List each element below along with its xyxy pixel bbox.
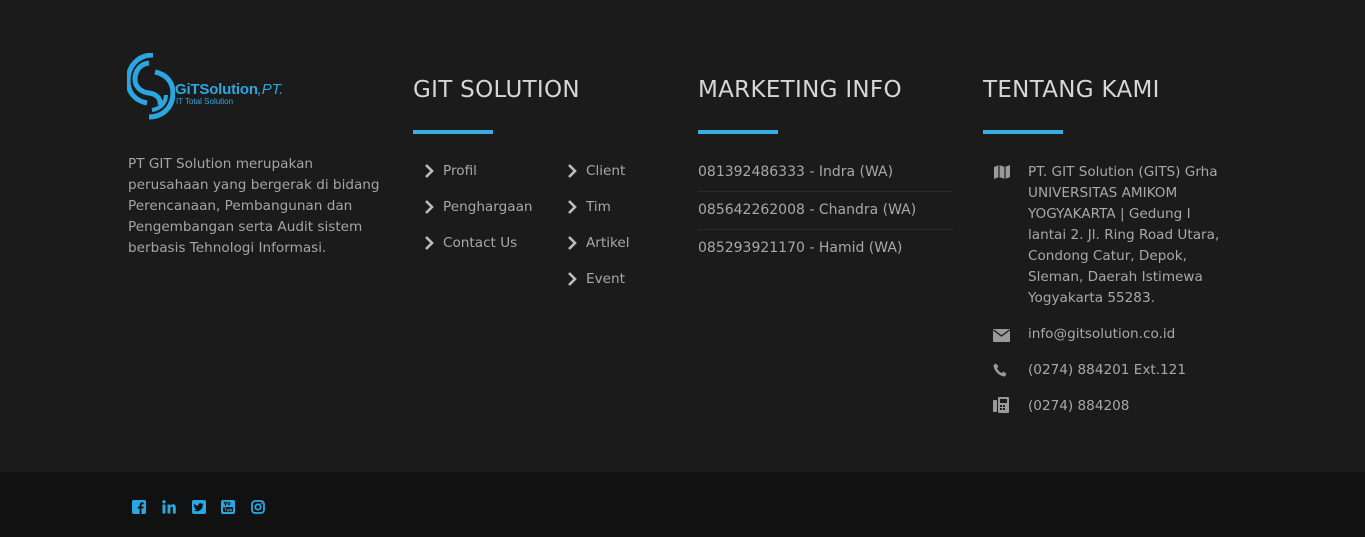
map-icon (993, 164, 1011, 182)
logo-tagline: IT Total Solution (176, 97, 234, 106)
footer-main: GiTSolution,PT. IT Total Solution PT GIT… (0, 0, 1365, 472)
chevron-right-icon (567, 200, 579, 214)
link-artikel[interactable]: Artikel (567, 235, 630, 251)
instagram-icon[interactable] (251, 499, 267, 515)
chevron-right-icon (424, 200, 436, 214)
twitter-icon[interactable] (192, 499, 208, 515)
marketing-info-heading: MARKETING INFO (698, 77, 902, 103)
marketing-phone-item[interactable]: 085293921170 - Hamid (WA) (698, 229, 953, 267)
contact-phone[interactable]: (0274) 884201 Ext.121 (1028, 360, 1186, 381)
link-penghargaan[interactable]: Penghargaan (424, 199, 533, 215)
chevron-right-icon (567, 164, 579, 178)
heading-underline (698, 130, 778, 134)
office-address: PT. GIT Solution (GITS) Grha UNIVERSITAS… (1028, 164, 1220, 306)
contact-fax: (0274) 884208 (1028, 398, 1130, 414)
git-solution-heading: GIT SOLUTION (413, 77, 580, 103)
tentang-kami-heading: TENTANG KAMI (983, 77, 1160, 103)
link-event[interactable]: Event (567, 271, 625, 287)
envelope-icon (993, 327, 1011, 345)
company-description: PT GIT Solution merupakan perusahaan yan… (128, 156, 380, 256)
phone-icon (993, 362, 1011, 380)
chevron-right-icon (424, 236, 436, 250)
marketing-phone-item[interactable]: 081392486333 - Indra (WA) (698, 153, 953, 192)
heading-underline (983, 130, 1063, 134)
logo-wordmark: GiTSolution,PT. (175, 81, 284, 98)
fax-icon (993, 397, 1011, 415)
contact-email[interactable]: info@gitsolution.co.id (1028, 324, 1175, 345)
chevron-right-icon (567, 272, 579, 286)
linkedin-icon[interactable] (162, 499, 178, 515)
link-profil[interactable]: Profil (424, 163, 477, 179)
chevron-right-icon (567, 236, 579, 250)
facebook-icon[interactable] (132, 499, 148, 515)
link-tim[interactable]: Tim (567, 199, 611, 215)
heading-underline (413, 130, 493, 134)
link-client[interactable]: Client (567, 163, 625, 179)
brand-logo[interactable]: GiTSolution,PT. IT Total Solution (125, 52, 297, 121)
youtube-icon[interactable] (221, 499, 237, 515)
chevron-right-icon (424, 164, 436, 178)
logo-swirl-icon (125, 52, 176, 120)
link-contact-us[interactable]: Contact Us (424, 235, 517, 251)
marketing-phone-item[interactable]: 085642262008 - Chandra (WA) (698, 191, 953, 230)
